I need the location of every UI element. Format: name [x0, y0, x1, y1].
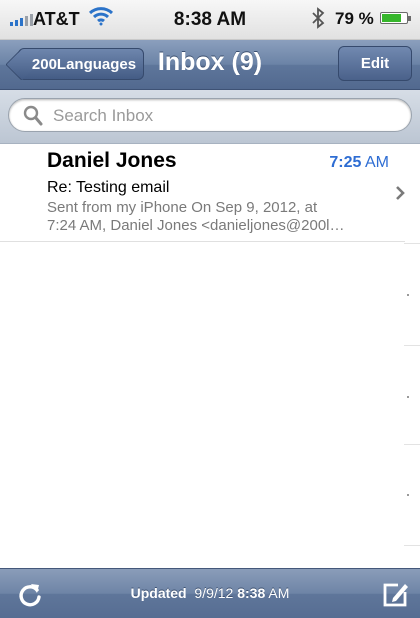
updated-status: Updated 9/9/12 8:38 AM — [130, 585, 290, 601]
battery-percent: 79 % — [335, 9, 374, 28]
search-icon — [23, 105, 43, 126]
bottom-toolbar: Updated 9/9/12 8:38 AM — [0, 568, 420, 618]
chevron-right-icon — [396, 186, 405, 200]
status-bar: AT&T 8:38 AM 79 % — [0, 0, 420, 40]
row-separator — [404, 345, 420, 346]
edit-button[interactable]: Edit — [338, 46, 412, 81]
index-dot — [407, 396, 409, 398]
message-preview: Sent from my iPhone On Sep 9, 2012, at 7… — [47, 199, 345, 234]
list-item[interactable]: Daniel Jones 7:25 AM Re: Testing email S… — [0, 145, 405, 242]
message-subject: Re: Testing email — [47, 179, 170, 196]
nav-bar: 200Languages Inbox (9) Edit — [0, 40, 420, 90]
bluetooth-icon — [312, 7, 325, 29]
row-separator — [404, 243, 420, 244]
message-sender: Daniel Jones — [47, 149, 177, 172]
search-placeholder: Search Inbox — [53, 106, 154, 125]
row-separator — [404, 444, 420, 445]
search-input[interactable]: Search Inbox — [8, 98, 412, 132]
search-bar: Search Inbox — [0, 90, 420, 144]
index-dot — [407, 294, 409, 296]
index-dot — [407, 494, 409, 496]
compose-icon[interactable] — [381, 581, 409, 609]
message-time: 7:25 AM — [329, 154, 389, 171]
battery-icon — [380, 12, 411, 24]
row-separator — [404, 545, 420, 546]
